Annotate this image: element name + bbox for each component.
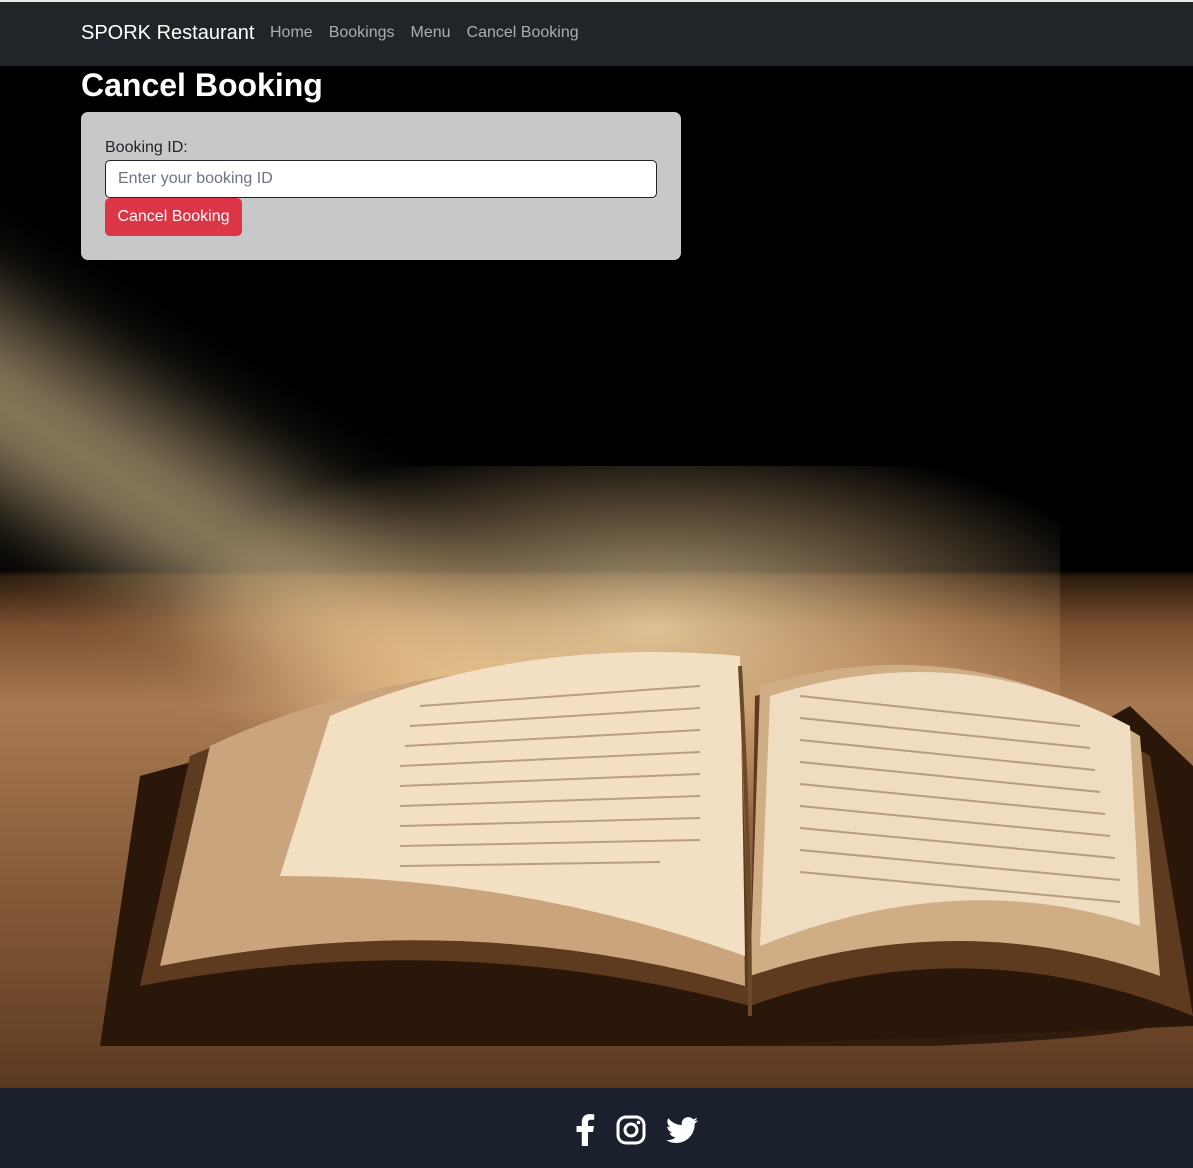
social-links — [574, 1114, 698, 1151]
nav-link-home[interactable]: Home — [270, 24, 313, 42]
nav-link-menu[interactable]: Menu — [411, 24, 451, 42]
open-book-image — [100, 652, 1193, 1046]
brand-link[interactable]: SPORK Restaurant — [81, 22, 254, 45]
nav-links: Home Bookings Menu Cancel Booking — [270, 24, 579, 42]
cancel-booking-form: Booking ID: Cancel Booking — [81, 112, 681, 260]
instagram-icon[interactable] — [616, 1115, 646, 1150]
nav-link-cancel-booking[interactable]: Cancel Booking — [467, 24, 579, 42]
navbar: SPORK Restaurant Home Bookings Menu Canc… — [0, 2, 1193, 66]
twitter-icon[interactable] — [666, 1116, 698, 1149]
page-title: Cancel Booking — [81, 67, 323, 103]
facebook-icon[interactable] — [574, 1114, 596, 1151]
footer — [0, 1088, 1193, 1168]
nav-link-bookings[interactable]: Bookings — [329, 24, 395, 42]
booking-id-input[interactable] — [105, 160, 657, 198]
booking-id-label: Booking ID: — [105, 139, 188, 156]
cancel-booking-button[interactable]: Cancel Booking — [105, 198, 242, 236]
